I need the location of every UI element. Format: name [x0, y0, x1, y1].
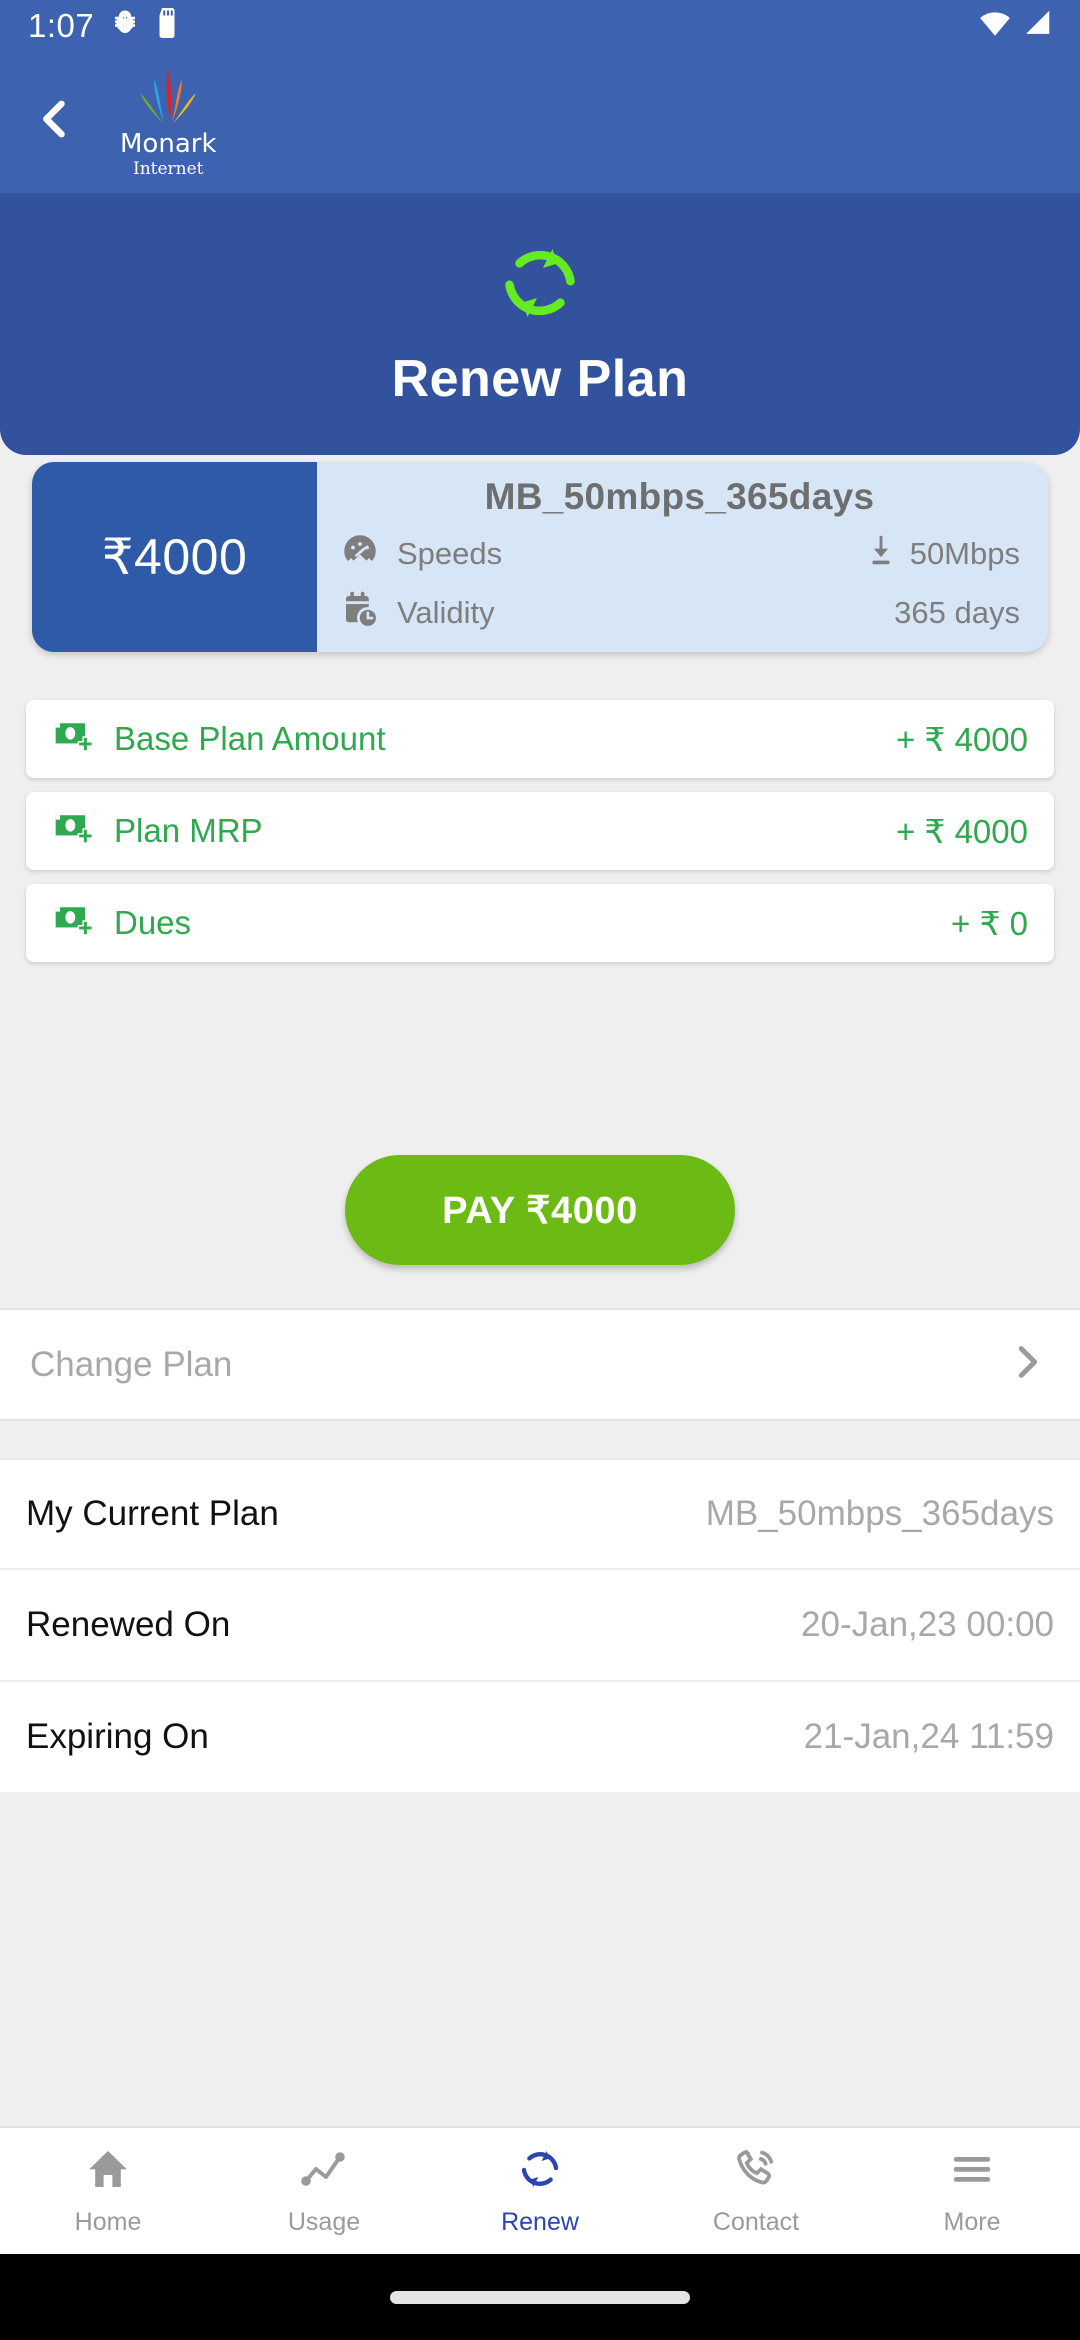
phone-ring-icon [732, 2145, 780, 2198]
cellular-signal-icon [1022, 8, 1052, 43]
speedometer-icon [339, 530, 381, 577]
hamburger-menu-icon [948, 2145, 996, 2198]
info-row-expiring-on: Expiring On 21-Jan,24 11:59 [0, 1682, 1080, 1794]
breakdown-row-plan-mrp[interactable]: Plan MRP + ₹ 4000 [26, 792, 1054, 870]
system-gesture-area [0, 2254, 1080, 2340]
logo-subtitle: Internet [132, 158, 204, 179]
plan-price: ₹4000 [101, 529, 248, 585]
info-key: Expiring On [26, 1717, 209, 1756]
charge-breakdown-list: Base Plan Amount + ₹ 4000 Plan MRP + ₹ 4… [0, 700, 1080, 976]
info-row-renewed-on: Renewed On 20-Jan,23 00:00 [0, 1570, 1080, 1682]
nav-item-usage[interactable]: Usage [216, 2128, 432, 2254]
empty-space [0, 1796, 1080, 2176]
nav-item-contact[interactable]: Contact [648, 2128, 864, 2254]
money-plus-icon [52, 715, 96, 764]
page-title: Renew Plan [391, 349, 689, 408]
app-bar: Monark Internet [0, 50, 1080, 193]
nav-item-renew[interactable]: Renew [432, 2128, 648, 2254]
info-value: 21-Jan,24 11:59 [803, 1717, 1054, 1756]
nav-item-more[interactable]: More [864, 2128, 1080, 2254]
plan-validity-label: Validity [397, 594, 495, 630]
breakdown-label: Base Plan Amount [114, 720, 386, 757]
plan-speed-row: Speeds 50Mbps [339, 530, 1020, 577]
chevron-right-icon [1004, 1339, 1050, 1390]
app-screen: 1:07 Monark Internet Renew Plan ₹4000 MB… [0, 0, 1080, 2340]
info-row-my-current-plan: My Current Plan MB_50mbps_365days [0, 1458, 1080, 1570]
change-plan-label: Change Plan [30, 1344, 233, 1384]
plan-price-box: ₹4000 [32, 462, 317, 652]
plan-name: MB_50mbps_365days [484, 476, 875, 517]
pay-button-container: PAY ₹4000 [0, 1155, 1080, 1265]
info-value: MB_50mbps_365days [705, 1494, 1054, 1533]
breakdown-row-dues[interactable]: Dues + ₹ 0 [26, 884, 1054, 962]
info-key: My Current Plan [26, 1494, 279, 1533]
plan-details: MB_50mbps_365days Speeds 50Mbps Validity… [317, 462, 1048, 652]
back-button[interactable] [0, 50, 110, 193]
usage-chart-icon [300, 2145, 348, 2198]
plan-validity-row: Validity 365 days [339, 589, 1020, 636]
hero-banner: Renew Plan [0, 193, 1080, 455]
nav-label: Home [74, 2208, 142, 2236]
sd-card-icon [156, 7, 178, 43]
gesture-home-pill[interactable] [390, 2290, 690, 2304]
breakdown-row-base-plan-amount[interactable]: Base Plan Amount + ₹ 4000 [26, 700, 1054, 778]
bottom-navigation-bar: Home Usage Renew Contact More [0, 2126, 1080, 2254]
plan-validity-value: 365 days [894, 594, 1020, 630]
money-plus-icon [52, 807, 96, 856]
nav-label: More [943, 2208, 1001, 2236]
status-bar-left: 1:07 [28, 6, 178, 44]
breakdown-label: Dues [114, 904, 192, 941]
logo-title: Monark [120, 128, 217, 159]
breakdown-amount: + ₹ 4000 [895, 812, 1028, 850]
status-bar-right [978, 8, 1052, 43]
download-icon [864, 531, 898, 577]
change-plan-row[interactable]: Change Plan [0, 1308, 1080, 1421]
home-icon [84, 2145, 132, 2198]
calendar-clock-icon [339, 589, 381, 636]
nav-label: Renew [501, 2208, 579, 2236]
nav-label: Contact [712, 2208, 800, 2236]
refresh-icon [516, 2145, 564, 2198]
plan-speed-value: 50Mbps [909, 535, 1020, 571]
refresh-icon [497, 240, 583, 331]
app-logo: Monark Internet [120, 66, 217, 178]
money-plus-icon [52, 899, 96, 948]
info-value: 20-Jan,23 00:00 [801, 1605, 1054, 1644]
status-bar-clock: 1:07 [28, 6, 95, 44]
plan-speed-label: Speeds [397, 535, 503, 571]
nav-item-home[interactable]: Home [0, 2128, 216, 2254]
info-key: Renewed On [26, 1605, 231, 1644]
breakdown-amount: + ₹ 4000 [895, 720, 1028, 758]
breakdown-label: Plan MRP [114, 812, 263, 849]
nav-label: Usage [287, 2208, 361, 2236]
wifi-icon [978, 8, 1012, 43]
plan-speed-value-group: 50Mbps [864, 531, 1020, 577]
pay-button[interactable]: PAY ₹4000 [345, 1155, 735, 1265]
android-bug-icon [110, 8, 140, 43]
plan-card[interactable]: ₹4000 MB_50mbps_365days Speeds 50Mbps Va… [32, 462, 1048, 652]
monark-fan-icon [120, 66, 216, 133]
chevron-left-icon [29, 93, 81, 150]
status-bar: 1:07 [0, 0, 1080, 50]
breakdown-amount: + ₹ 0 [951, 904, 1028, 942]
plan-info-list: My Current Plan MB_50mbps_365days Renewe… [0, 1458, 1080, 1794]
